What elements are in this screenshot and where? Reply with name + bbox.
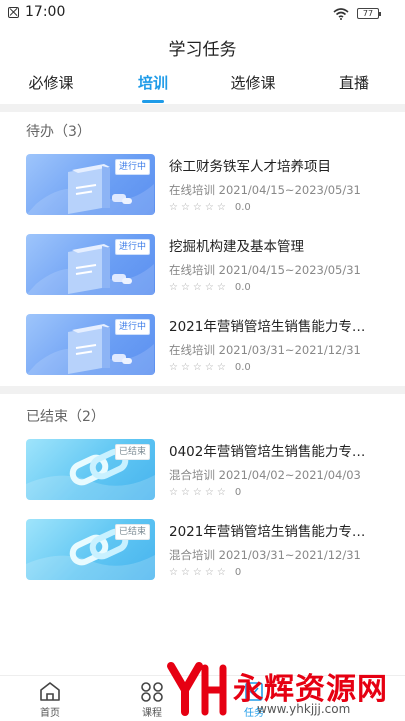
sim-card-icon [8, 7, 19, 18]
card-title: 0402年营销管培生销售能力专… [169, 444, 366, 460]
battery-icon: 77 [357, 8, 381, 19]
card-meta: 在线培训 2021/04/15~2023/05/31 [169, 183, 361, 197]
nav-home[interactable]: 首页 [20, 676, 80, 721]
tab-active-indicator [142, 100, 164, 103]
training-card[interactable]: 已结束 0402年营销管培生销售能力专… 混合培训 2021/04/02~202… [0, 439, 405, 501]
status-time: 17:00 [25, 4, 66, 20]
card-title: 2021年营销管培生销售能力专… [169, 524, 366, 540]
rating-score: 0.0 [234, 362, 251, 373]
course-thumbnail: 进行中 [26, 314, 155, 375]
status-badge: 进行中 [114, 319, 150, 335]
training-card[interactable]: 已结束 2021年营销管培生销售能力专… 混合培训 2021/03/31~202… [0, 519, 405, 581]
tab-training[interactable]: 培训 [113, 72, 193, 93]
rating-stars: ☆☆☆☆☆ [169, 282, 229, 293]
rating-score: 0.0 [234, 282, 251, 293]
page-title: 学习任务 [168, 40, 237, 60]
card-meta: 混合培训 2021/03/31~2021/12/31 [169, 548, 361, 562]
site-watermark: 永辉资源网 www.yhkjjj.com [165, 660, 405, 720]
section-title-done: 已结束（2） [26, 409, 105, 425]
tab-live[interactable]: 直播 [314, 72, 394, 93]
tab-elective[interactable]: 选修课 [213, 72, 293, 93]
rating-stars: ☆☆☆☆☆ [169, 202, 229, 213]
training-card[interactable]: 进行中 挖掘机构建及基本管理 在线培训 2021/04/15~2023/05/3… [0, 234, 405, 296]
status-badge: 已结束 [114, 444, 150, 460]
training-card[interactable]: 进行中 2021年营销管培生销售能力专… 在线培训 2021/03/31~202… [0, 314, 405, 376]
status-bar: 17:00 77 [0, 0, 405, 28]
card-title: 挖掘机构建及基本管理 [169, 239, 304, 255]
rating-stars: ☆☆☆☆☆ [169, 362, 229, 373]
card-rating: ☆☆☆☆☆ 0.0 [169, 202, 251, 213]
status-badge: 已结束 [114, 524, 150, 540]
rating-stars: ☆☆☆☆☆ [169, 567, 229, 578]
rating-score: 0 [234, 487, 242, 498]
course-icon [141, 682, 163, 702]
course-thumbnail: 已结束 [26, 519, 155, 580]
wifi-icon [333, 8, 349, 20]
home-icon [40, 682, 60, 701]
course-thumbnail: 已结束 [26, 439, 155, 500]
training-card[interactable]: 进行中 徐工财务铁军人才培养项目 在线培训 2021/04/15~2023/05… [0, 154, 405, 216]
status-badge: 进行中 [114, 239, 150, 255]
card-meta: 在线培训 2021/04/15~2023/05/31 [169, 263, 361, 277]
card-rating: ☆☆☆☆☆ 0 [169, 567, 241, 578]
card-meta: 在线培训 2021/03/31~2021/12/31 [169, 343, 361, 357]
card-meta: 混合培训 2021/04/02~2021/04/03 [169, 468, 361, 482]
card-rating: ☆☆☆☆☆ 0.0 [169, 282, 251, 293]
divider [0, 104, 405, 112]
card-rating: ☆☆☆☆☆ 0 [169, 487, 241, 498]
tab-bar: 必修课 培训 选修课 直播 [0, 72, 405, 104]
watermark-url: www.yhkjjj.com [257, 702, 351, 716]
status-badge: 进行中 [114, 159, 150, 175]
course-thumbnail: 进行中 [26, 154, 155, 215]
rating-score: 0 [234, 567, 242, 578]
divider [0, 386, 405, 394]
rating-stars: ☆☆☆☆☆ [169, 487, 229, 498]
card-title: 徐工财务铁军人才培养项目 [169, 159, 331, 175]
rating-score: 0.0 [234, 202, 251, 213]
card-title: 2021年营销管培生销售能力专… [169, 319, 366, 335]
course-thumbnail: 进行中 [26, 234, 155, 295]
tab-required[interactable]: 必修课 [11, 72, 91, 93]
card-rating: ☆☆☆☆☆ 0.0 [169, 362, 251, 373]
watermark-logo [167, 662, 227, 716]
nav-label: 首页 [40, 708, 60, 719]
section-title-todo: 待办（3） [26, 124, 91, 140]
